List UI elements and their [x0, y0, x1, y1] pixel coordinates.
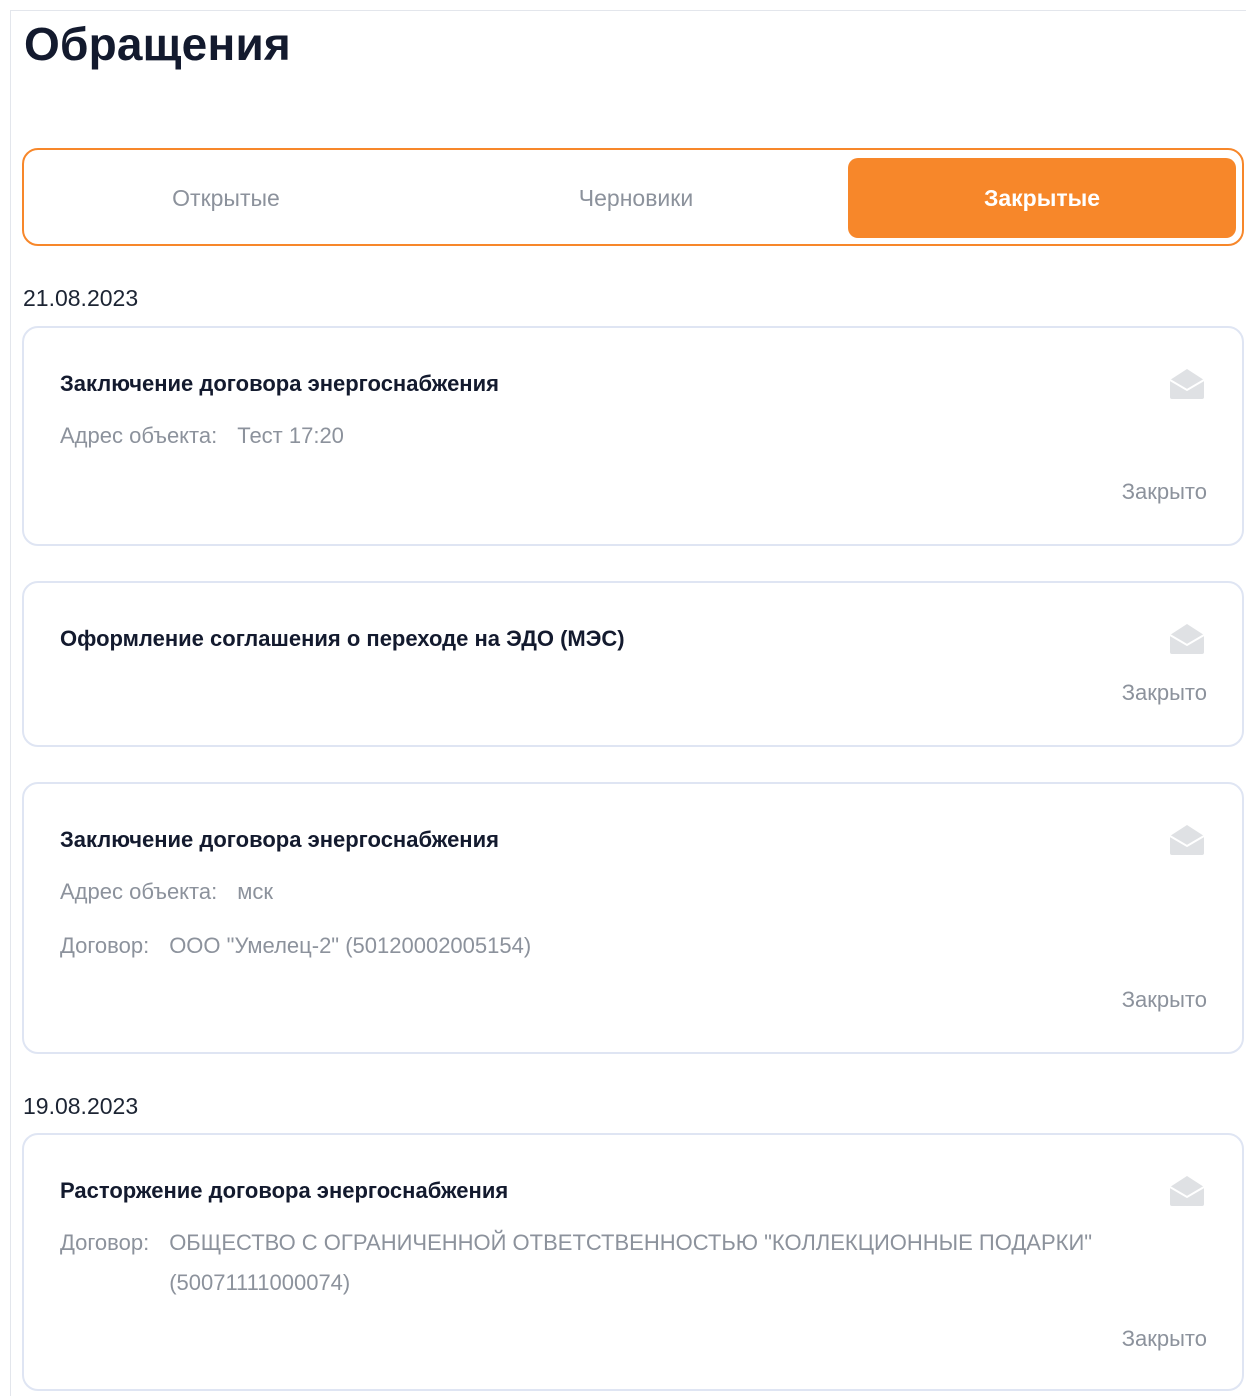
request-card[interactable]: Расторжение договора энергоснабжения Дог… — [22, 1133, 1244, 1391]
tab-drafts[interactable]: Черновики — [442, 158, 830, 238]
open-envelope-icon — [1169, 624, 1205, 654]
date-header: 21.08.2023 — [23, 285, 139, 311]
request-card[interactable]: Заключение договора энергоснабжения Адре… — [22, 326, 1244, 546]
contract-label: Договор: — [60, 933, 150, 958]
address-value: мск — [237, 879, 273, 904]
open-envelope-icon — [1169, 825, 1205, 855]
request-card[interactable]: Заключение договора энергоснабжения Адре… — [22, 782, 1244, 1054]
address-row: Адрес объекта: мск — [60, 872, 273, 912]
contract-label: Договор: — [60, 1230, 150, 1255]
address-label: Адрес объекта: — [60, 879, 218, 904]
contract-row: Договор: ОБЩЕСТВО С ОГРАНИЧЕННОЙ ОТВЕТСТ… — [60, 1223, 1129, 1303]
card-title: Заключение договора энергоснабжения — [60, 827, 499, 852]
status-text: Закрыто — [1121, 987, 1207, 1012]
address-label: Адрес объекта: — [60, 423, 218, 448]
open-envelope-icon — [1169, 1176, 1205, 1206]
request-card[interactable]: Оформление соглашения о переходе на ЭДО … — [22, 581, 1244, 747]
card-title: Оформление соглашения о переходе на ЭДО … — [60, 626, 625, 651]
address-value: Тест 17:20 — [237, 423, 344, 448]
contract-row: Договор: ООО "Умелец-2" (50120002005154) — [60, 926, 531, 966]
status-tabs: Открытые Черновики Закрытые — [22, 148, 1244, 246]
status-text: Закрыто — [1121, 680, 1207, 705]
contract-value: ОБЩЕСТВО С ОГРАНИЧЕННОЙ ОТВЕТСТВЕННОСТЬЮ… — [169, 1230, 1093, 1295]
open-envelope-icon — [1169, 369, 1205, 399]
status-text: Закрыто — [1121, 1326, 1207, 1351]
date-header: 19.08.2023 — [23, 1093, 139, 1119]
page-title: Обращения — [24, 18, 291, 70]
status-text: Закрыто — [1121, 479, 1207, 504]
tab-closed[interactable]: Закрытые — [848, 158, 1236, 238]
card-title: Расторжение договора энергоснабжения — [60, 1178, 509, 1203]
contract-value: ООО "Умелец-2" (50120002005154) — [169, 933, 532, 958]
tab-open[interactable]: Открытые — [34, 158, 418, 238]
card-title: Заключение договора энергоснабжения — [60, 371, 499, 396]
address-row: Адрес объекта: Тест 17:20 — [60, 416, 344, 456]
